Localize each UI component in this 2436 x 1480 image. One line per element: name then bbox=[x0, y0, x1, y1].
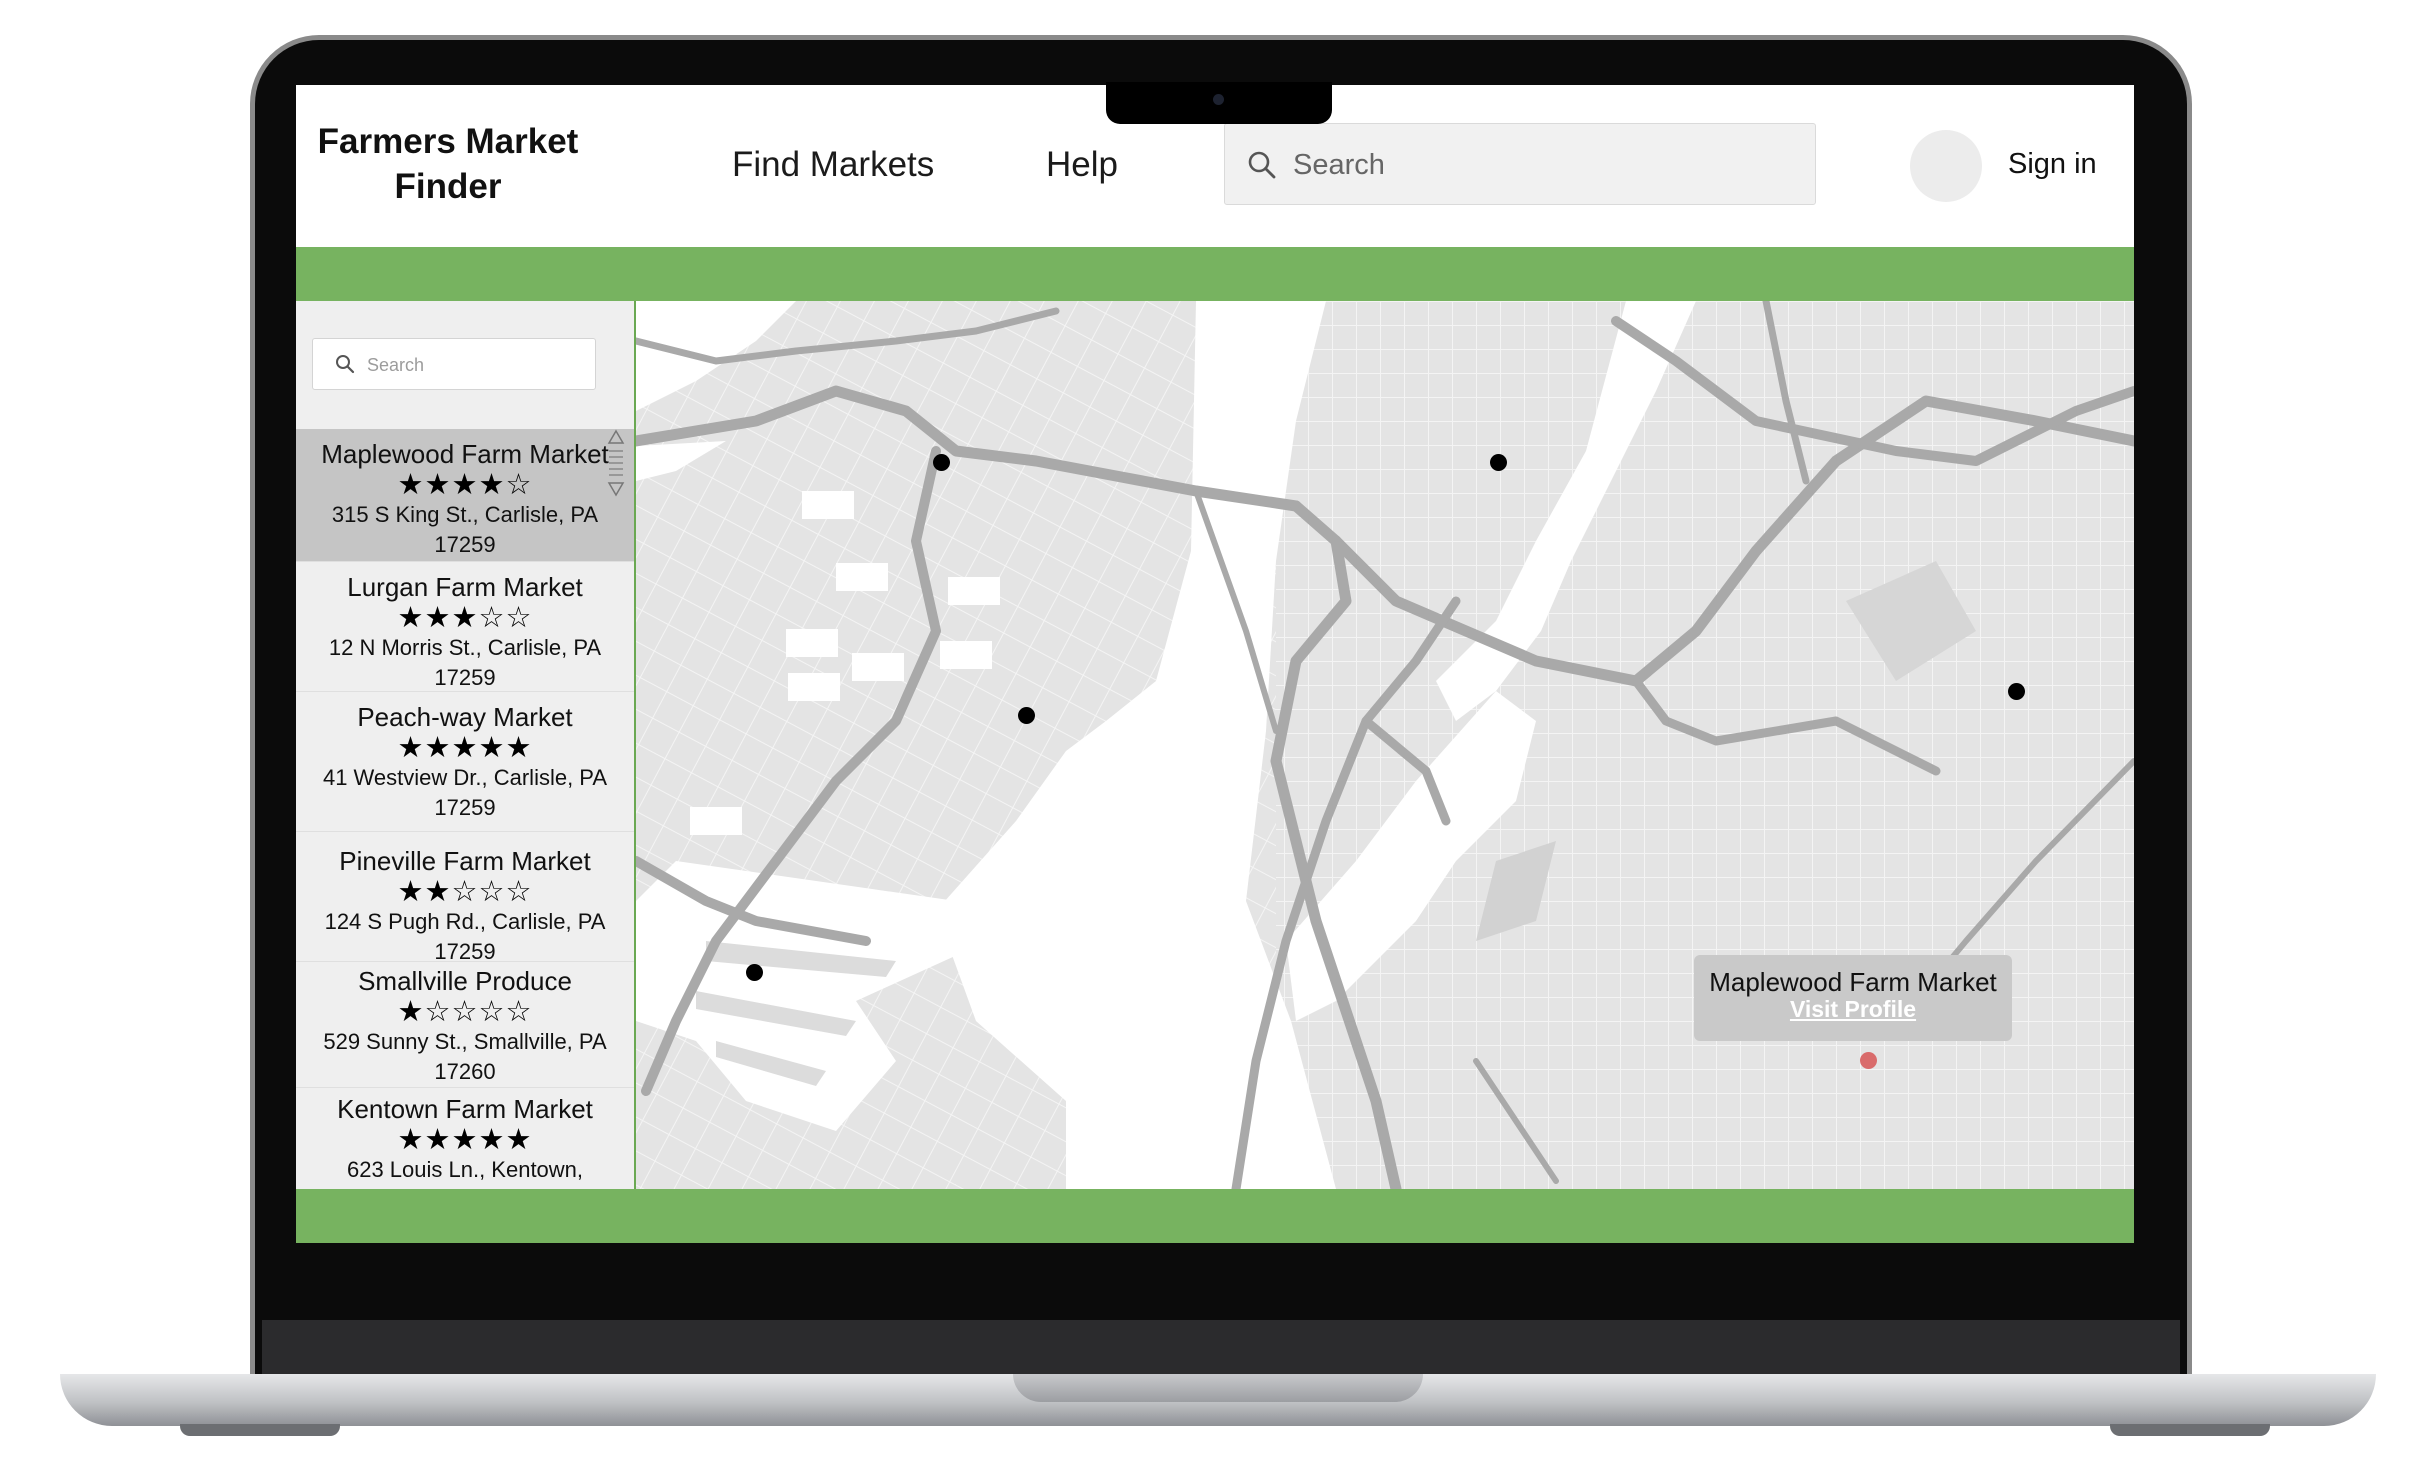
market-marker[interactable] bbox=[1018, 707, 1035, 724]
popup-title: Maplewood Farm Market bbox=[1709, 967, 1997, 997]
sign-in-link[interactable]: Sign in bbox=[2008, 148, 2097, 181]
market-name: Kentown Farm Market bbox=[337, 1094, 593, 1124]
camera-icon bbox=[1213, 94, 1224, 105]
market-address: 41 Westview Dr., Carlisle, PA 17259 bbox=[322, 765, 608, 820]
accent-bar-top bbox=[296, 247, 2134, 301]
market-address: 124 S Pugh Rd., Carlisle, PA 17259 bbox=[324, 909, 606, 964]
market-list-item[interactable]: Smallville Produce ★☆☆☆☆ 529 Sunny St., … bbox=[296, 962, 634, 1088]
market-name: Peach-way Market bbox=[357, 702, 573, 732]
laptop-chin bbox=[262, 1320, 2180, 1375]
star-rating: ★★☆☆☆ bbox=[397, 876, 533, 908]
market-marker[interactable] bbox=[2008, 683, 2025, 700]
market-list-item[interactable]: Lurgan Farm Market ★★★☆☆ 12 N Morris St.… bbox=[296, 562, 634, 692]
market-name: Smallville Produce bbox=[358, 966, 572, 996]
market-address: 12 N Morris St., Carlisle, PA 17259 bbox=[328, 635, 602, 690]
nav-find-markets[interactable]: Find Markets bbox=[732, 145, 934, 185]
map-tiles bbox=[636, 301, 2134, 1189]
star-rating: ★★★★☆ bbox=[397, 469, 533, 501]
sidebar-search bbox=[312, 338, 596, 390]
laptop-foot-left bbox=[180, 1424, 340, 1436]
screen: Farmers Market Finder Find Markets Help … bbox=[296, 85, 2134, 1243]
market-list-item[interactable]: Peach-way Market ★★★★★ 41 Westview Dr., … bbox=[296, 692, 634, 832]
header-search bbox=[1224, 123, 1816, 205]
market-address: 623 Louis Ln., Kentown, bbox=[346, 1157, 584, 1182]
market-address: 315 S King St., Carlisle, PA 17259 bbox=[331, 502, 599, 557]
search-icon bbox=[335, 354, 355, 379]
scroll-down-icon bbox=[607, 482, 625, 497]
market-list-item[interactable]: Pineville Farm Market ★★☆☆☆ 124 S Pugh R… bbox=[296, 832, 634, 964]
market-list-item[interactable]: Kentown Farm Market ★★★★★ 623 Louis Ln.,… bbox=[296, 1088, 634, 1189]
market-name: Pineville Farm Market bbox=[339, 846, 591, 876]
market-popup: Maplewood Farm Market Visit Profile bbox=[1694, 955, 2012, 1041]
market-sidebar: Maplewood Farm Market ★★★★☆ 315 S King S… bbox=[296, 301, 636, 1189]
selected-market-marker[interactable] bbox=[1860, 1052, 1877, 1069]
market-list: Maplewood Farm Market ★★★★☆ 315 S King S… bbox=[296, 429, 634, 1189]
visit-profile-link[interactable]: Visit Profile bbox=[1694, 996, 2012, 1023]
nav-help[interactable]: Help bbox=[1046, 145, 1118, 185]
market-marker[interactable] bbox=[933, 454, 950, 471]
laptop-lid-notch bbox=[1013, 1374, 1423, 1402]
map-view[interactable]: Maplewood Farm Market Visit Profile bbox=[636, 301, 2134, 1189]
market-name: Maplewood Farm Market bbox=[321, 439, 609, 469]
market-address: 529 Sunny St., Smallville, PA 17260 bbox=[323, 1029, 607, 1084]
star-rating: ★★★★★ bbox=[397, 732, 533, 764]
search-icon bbox=[1247, 150, 1277, 185]
header-search-input[interactable] bbox=[1291, 138, 1795, 192]
avatar[interactable] bbox=[1910, 130, 1982, 202]
market-name: Lurgan Farm Market bbox=[347, 572, 583, 602]
laptop-foot-right bbox=[2110, 1424, 2270, 1436]
list-scrollbar[interactable] bbox=[606, 429, 626, 504]
star-rating: ★☆☆☆☆ bbox=[397, 996, 533, 1028]
accent-bar-bottom bbox=[296, 1189, 2134, 1243]
star-rating: ★★★★★ bbox=[397, 1124, 533, 1156]
market-marker[interactable] bbox=[1490, 454, 1507, 471]
market-list-item[interactable]: Maplewood Farm Market ★★★★☆ 315 S King S… bbox=[296, 429, 634, 562]
star-rating: ★★★☆☆ bbox=[397, 602, 533, 634]
scroll-up-icon bbox=[607, 429, 625, 444]
market-marker[interactable] bbox=[746, 964, 763, 981]
brand-logo[interactable]: Farmers Market Finder bbox=[310, 119, 586, 209]
sidebar-search-input[interactable] bbox=[365, 348, 589, 382]
camera-notch bbox=[1106, 82, 1332, 124]
